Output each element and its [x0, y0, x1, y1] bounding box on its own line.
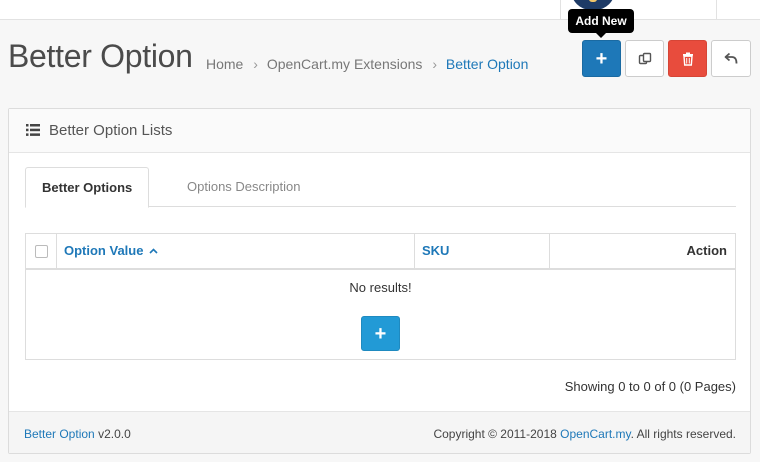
reply-icon [724, 52, 738, 64]
select-all-checkbox[interactable] [35, 245, 48, 258]
company-link[interactable]: OpenCart.my [560, 427, 630, 441]
tab-options-description[interactable]: Options Description [171, 167, 316, 207]
column-divider [56, 234, 57, 268]
copy-icon [638, 52, 651, 64]
column-action: Action [686, 243, 727, 258]
navbar-divider [716, 0, 717, 20]
panel-footer: Better Option v2.0.0 Copyright © 2011-20… [9, 411, 750, 453]
navbar-divider [560, 0, 561, 20]
panel-title: Better Option Lists [49, 122, 173, 139]
version-text: v2.0.0 [98, 427, 131, 441]
breadcrumb-extensions[interactable]: OpenCart.my Extensions [267, 56, 423, 72]
column-divider [549, 234, 550, 268]
product-link[interactable]: Better Option [24, 427, 95, 441]
sort-asc-icon [149, 248, 158, 254]
table-header: Option Value SKU Action [26, 234, 735, 270]
column-option-value[interactable]: Option Value [64, 234, 158, 268]
copyright-prefix: Copyright © 2011-2018 [433, 427, 557, 441]
footer-copyright: Copyright © 2011-2018 OpenCart.my. All r… [433, 427, 736, 441]
breadcrumb: Home › OpenCart.my Extensions › Better O… [206, 56, 528, 72]
column-option-value-label: Option Value [64, 243, 144, 258]
plus-icon: + [595, 47, 608, 70]
page-title: Better Option [8, 38, 193, 74]
breadcrumb-current[interactable]: Better Option [446, 56, 529, 72]
breadcrumb-home[interactable]: Home [206, 56, 243, 72]
option-list-panel: Better Option Lists Better Options Optio… [8, 108, 751, 454]
column-divider [414, 234, 415, 268]
empty-state-text: No results! [349, 280, 412, 295]
option-table: Option Value SKU Action No results! + [25, 233, 736, 360]
column-sku[interactable]: SKU [422, 234, 449, 268]
footer-version: Better Option v2.0.0 [24, 427, 131, 441]
breadcrumb-separator: › [253, 56, 258, 72]
back-button[interactable] [711, 40, 751, 77]
add-new-tooltip: Add New [568, 9, 634, 38]
list-icon [26, 124, 40, 136]
add-row-button[interactable]: + [361, 316, 400, 351]
top-navbar [0, 0, 760, 20]
delete-button[interactable] [668, 40, 707, 77]
panel-heading: Better Option Lists [9, 109, 750, 153]
pagination-summary: Showing 0 to 0 of 0 (0 Pages) [564, 379, 736, 394]
tab-better-options[interactable]: Better Options [25, 167, 150, 208]
copy-button[interactable] [625, 40, 664, 77]
trash-icon [682, 52, 693, 66]
copyright-suffix: . All rights reserved. [630, 427, 736, 441]
add-new-button[interactable]: + [582, 40, 621, 77]
tab-bar: Better Options Options Description [25, 167, 736, 208]
plus-icon: + [374, 322, 387, 345]
breadcrumb-separator: › [432, 56, 437, 72]
